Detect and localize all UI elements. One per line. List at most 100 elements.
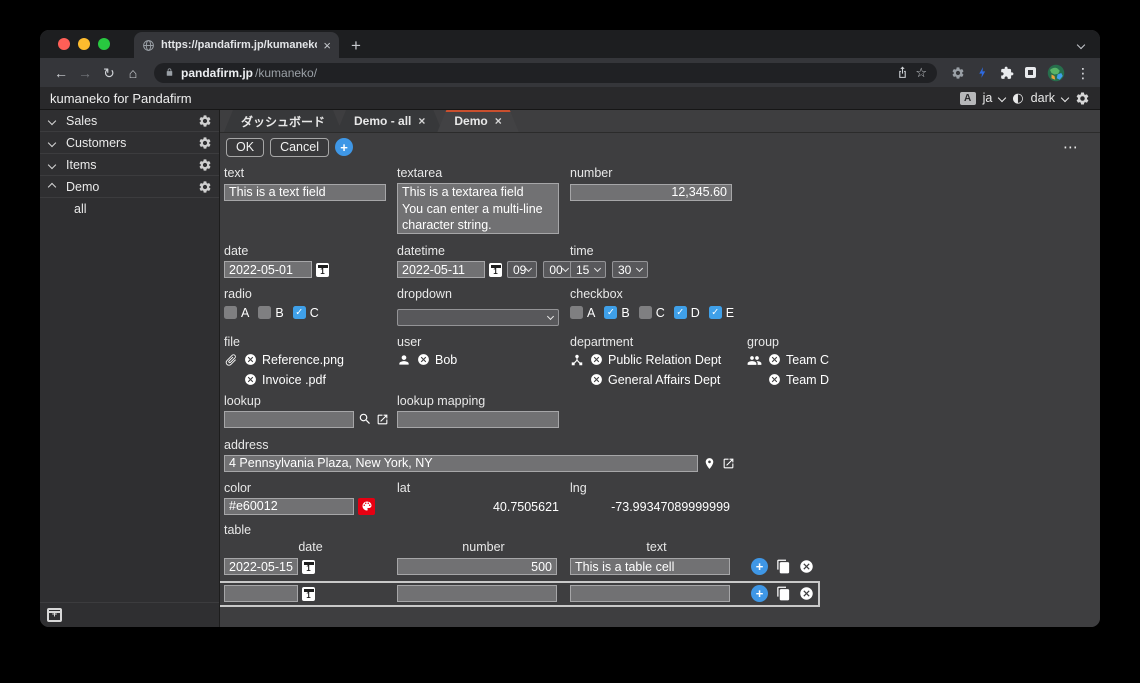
table-number-input[interactable] [397,585,557,602]
calendar-icon[interactable]: 1 [302,559,315,574]
sidebar-item-items[interactable]: Items [40,154,219,176]
reload-button[interactable]: ↻ [98,66,120,80]
new-tab-button[interactable]: + [351,37,361,54]
remove-department-icon[interactable] [590,373,603,386]
color-input[interactable] [224,497,354,515]
open-lookup-icon[interactable] [376,413,389,426]
tab-close-icon[interactable]: × [495,115,502,127]
search-icon[interactable] [358,412,372,426]
lookup-mapping-input[interactable] [397,411,559,428]
window-close-button[interactable] [58,38,70,50]
radio-option-b[interactable] [258,306,272,319]
table-number-input[interactable] [397,558,557,575]
checkbox-option-b[interactable]: ✓ [604,306,618,319]
language-select[interactable]: ja [983,91,993,105]
browser-tab[interactable]: https://pandafirm.jp/kumaneko × [134,32,339,58]
demo-settings-gear-icon[interactable] [198,180,212,194]
language-chevron-icon[interactable] [998,93,1007,103]
chevron-down-icon[interactable] [47,160,57,169]
extensions-puzzle-icon[interactable] [1000,66,1014,80]
tab-search-chevron-icon[interactable] [1076,40,1086,50]
address-bar[interactable]: pandafirm.jp /kumaneko/ ☆ [154,62,937,83]
browser-menu-icon[interactable]: ⋮ [1076,66,1090,80]
calendar-icon[interactable]: 1 [302,586,315,601]
checkbox-option-e[interactable]: ✓ [708,306,722,319]
share-icon[interactable] [896,66,909,79]
window-zoom-button[interactable] [98,38,110,50]
sidebar-item-demo[interactable]: Demo [40,176,219,198]
delete-row-icon[interactable] [799,559,814,574]
radio-option-a[interactable] [224,306,237,319]
checkbox-option-a[interactable] [570,306,583,319]
extension-gear-icon[interactable] [951,66,965,80]
app-settings-gear-icon[interactable] [1075,91,1090,106]
calendar-icon[interactable]: 1 [316,262,329,277]
checkbox-field-label: checkbox [570,287,623,301]
chevron-down-icon[interactable] [47,116,57,125]
table-date-input[interactable] [224,585,298,602]
table-text-input[interactable] [570,585,730,602]
sales-settings-gear-icon[interactable] [198,114,212,128]
tab-close-icon[interactable]: × [418,115,425,127]
copy-row-icon[interactable] [776,559,791,574]
map-pin-icon[interactable] [703,457,716,470]
remove-file-icon[interactable] [244,373,257,386]
extension-lightning-icon[interactable] [976,66,989,79]
text-input[interactable] [224,183,386,201]
forward-button[interactable]: → [74,66,96,80]
add-app-icon[interactable]: + [47,608,62,622]
palette-icon [361,500,373,512]
table-date-input[interactable] [224,558,298,575]
add-record-button[interactable]: + [334,138,353,156]
checkbox-option-d[interactable]: ✓ [673,306,687,319]
remove-group-icon[interactable] [768,373,781,386]
theme-chevron-icon[interactable] [1060,93,1070,103]
action-bar: OK Cancel + ⋯ [220,133,1100,161]
ok-button[interactable]: OK [226,137,265,157]
back-button[interactable]: ← [50,66,72,80]
chevron-up-icon[interactable] [47,182,57,191]
side-panel-icon[interactable] [1025,67,1036,78]
remove-file-icon[interactable] [244,353,257,366]
theme-select[interactable]: dark [1031,91,1055,105]
sidebar-item-customers[interactable]: Customers [40,132,219,154]
tab-dashboard[interactable]: ダッシュボード [224,110,342,132]
textarea-input[interactable]: This is a textarea field You can enter a… [397,183,559,234]
number-input[interactable] [570,183,732,201]
table-text-input[interactable] [570,558,730,575]
remove-user-icon[interactable] [417,353,430,366]
tab-demo-all[interactable]: Demo - all × [337,110,442,132]
window-minimize-button[interactable] [78,38,90,50]
radio-option-c[interactable]: ✓ [292,306,306,319]
customers-settings-gear-icon[interactable] [198,136,212,150]
datetime-date-input[interactable] [397,261,485,278]
home-button[interactable]: ⌂ [122,66,144,80]
remove-department-icon[interactable] [590,353,603,366]
tab-demo[interactable]: Demo × [437,110,518,132]
date-input[interactable] [224,261,312,278]
delete-row-icon[interactable] [799,586,814,601]
color-picker-button[interactable] [358,497,375,515]
dropdown-select[interactable] [397,308,559,326]
sidebar-item-sales[interactable]: Sales [40,110,219,132]
calendar-icon[interactable]: 1 [489,262,502,277]
cancel-button[interactable]: Cancel [270,137,329,157]
time-hour-select[interactable]: 15 [570,261,606,278]
profile-avatar[interactable] [1047,64,1065,82]
table-add-row-button[interactable]: + [751,558,768,575]
checkbox-option-c[interactable] [638,306,652,319]
address-input[interactable] [224,454,698,472]
remove-group-icon[interactable] [768,353,781,366]
lookup-input[interactable] [224,410,354,428]
time-minute-select[interactable]: 30 [612,261,648,278]
bookmark-star-icon[interactable]: ☆ [915,65,927,81]
more-options-icon[interactable]: ⋯ [1063,138,1078,156]
items-settings-gear-icon[interactable] [198,158,212,172]
sidebar-item-demo-all[interactable]: all [40,198,219,220]
open-map-icon[interactable] [722,457,735,470]
datetime-hour-select[interactable]: 09 [507,261,538,278]
table-add-row-button[interactable]: + [751,585,768,602]
tab-close-icon[interactable]: × [323,39,331,52]
chevron-down-icon[interactable] [47,138,57,147]
copy-row-icon[interactable] [776,586,791,601]
